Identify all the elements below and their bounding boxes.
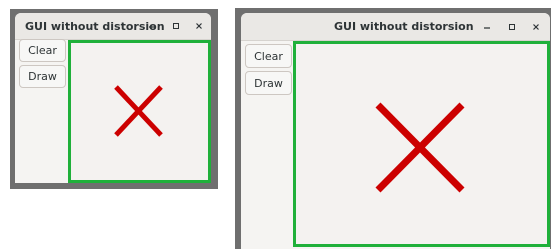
small-window: GUI without distorsion Clear Draw [15,13,211,183]
small-window-titlebar[interactable]: GUI without distorsion [15,13,211,40]
minimize-icon[interactable] [143,13,161,39]
drawing-canvas[interactable] [68,40,211,183]
drawing-canvas[interactable] [293,41,550,247]
maximize-icon[interactable] [167,13,185,39]
clear-button[interactable]: Clear [19,39,66,62]
draw-button[interactable]: Draw [245,71,292,95]
close-icon[interactable] [190,13,208,39]
clear-button[interactable]: Clear [245,44,292,68]
large-window: GUI without distorsion Clear Draw [241,13,550,249]
close-icon[interactable] [526,13,546,40]
minimize-icon[interactable] [477,13,497,40]
draw-button[interactable]: Draw [19,65,66,88]
large-window-titlebar[interactable]: GUI without distorsion [241,13,550,41]
maximize-icon[interactable] [502,13,522,40]
window-title: GUI without distorsion [334,20,474,33]
